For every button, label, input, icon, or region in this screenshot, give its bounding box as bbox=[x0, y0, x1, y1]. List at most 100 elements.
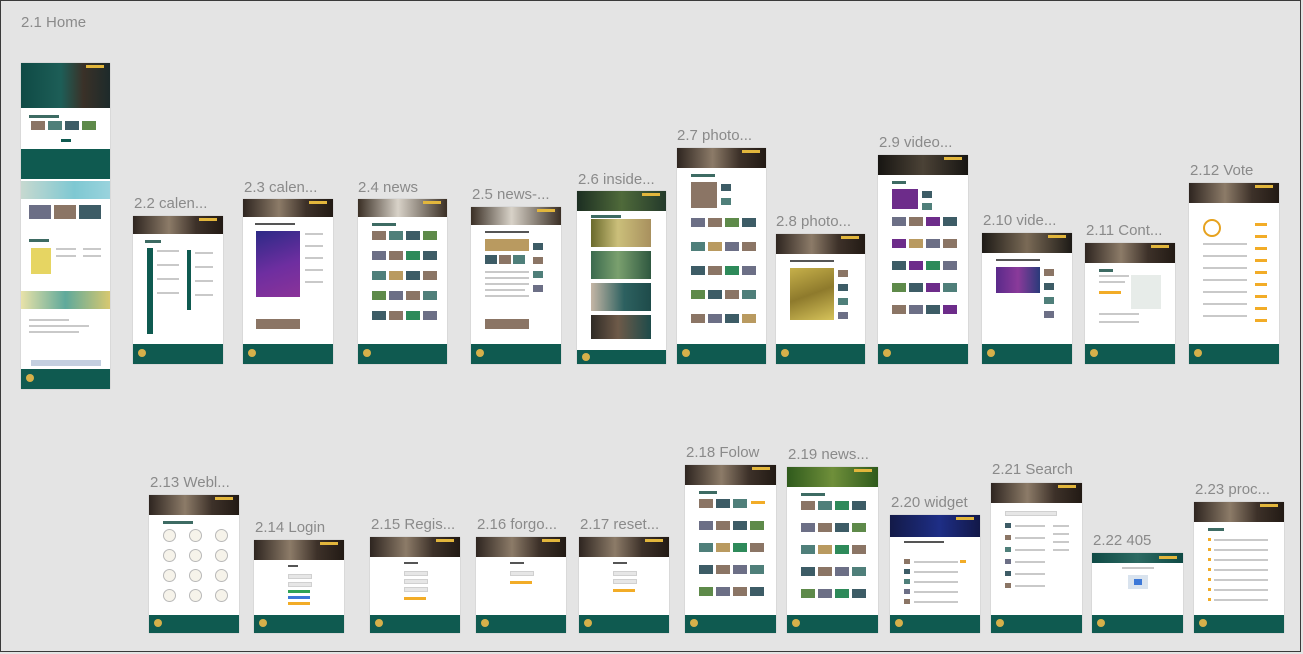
frame-label-forgot[interactable]: 2.16 forgo... bbox=[477, 516, 557, 533]
logo-badge bbox=[163, 549, 176, 562]
button-block bbox=[404, 597, 426, 600]
thumbnail bbox=[835, 523, 849, 532]
thumbnail bbox=[926, 305, 940, 314]
frame-search[interactable] bbox=[991, 483, 1082, 633]
button-block bbox=[1208, 578, 1211, 581]
frame-home[interactable] bbox=[21, 63, 110, 389]
text-line bbox=[83, 255, 101, 257]
header-banner bbox=[254, 540, 344, 560]
frame-label-video-detail[interactable]: 2.10 vide... bbox=[983, 212, 1056, 229]
input-field bbox=[404, 579, 428, 584]
frame-process[interactable] bbox=[1194, 502, 1284, 633]
frame-label-home[interactable]: 2.1 Home bbox=[21, 14, 86, 31]
frame-label-vote[interactable]: 2.12 Vote bbox=[1190, 162, 1253, 179]
text-line bbox=[195, 280, 213, 282]
frame-vote[interactable] bbox=[1189, 183, 1279, 364]
frame-label-news-list[interactable]: 2.19 news... bbox=[788, 446, 869, 463]
header-banner bbox=[471, 207, 561, 225]
header-banner bbox=[677, 148, 766, 168]
frame-login[interactable] bbox=[254, 540, 344, 633]
text-line bbox=[1015, 537, 1045, 539]
frame-news-detail[interactable] bbox=[471, 207, 561, 364]
thumbnail bbox=[389, 311, 403, 320]
contact-map bbox=[1131, 275, 1161, 309]
frame-label-photo-detail[interactable]: 2.8 photo... bbox=[776, 213, 851, 230]
frame-label-search[interactable]: 2.21 Search bbox=[992, 461, 1073, 478]
frame-label-photo[interactable]: 2.7 photo... bbox=[677, 127, 752, 144]
frame-weblink[interactable] bbox=[149, 495, 239, 633]
thumbnail bbox=[742, 266, 756, 275]
menu-indicator bbox=[1058, 485, 1076, 488]
thumbnail bbox=[904, 569, 910, 574]
logo-badge bbox=[189, 569, 202, 582]
text-line bbox=[1214, 599, 1268, 601]
thumbnail bbox=[838, 298, 848, 305]
frame-contact[interactable] bbox=[1085, 243, 1175, 364]
thumbnail bbox=[892, 261, 906, 270]
frame-label-login[interactable]: 2.14 Login bbox=[255, 519, 325, 536]
frame-calendar[interactable] bbox=[133, 216, 223, 364]
frame-label-405[interactable]: 2.22 405 bbox=[1093, 532, 1151, 549]
thumbnail bbox=[65, 121, 79, 130]
frame-label-news[interactable]: 2.4 news bbox=[358, 179, 418, 196]
crest-logo bbox=[895, 619, 904, 627]
thumbnail bbox=[406, 311, 420, 320]
frame-label-widget[interactable]: 2.20 widget bbox=[891, 494, 968, 511]
teal-strip bbox=[147, 248, 153, 334]
header-banner bbox=[1194, 502, 1284, 522]
text-line bbox=[1214, 569, 1268, 571]
button-block bbox=[1255, 259, 1267, 262]
thumbnail bbox=[892, 305, 906, 314]
frame-video[interactable] bbox=[878, 155, 968, 364]
frame-inside[interactable] bbox=[577, 191, 666, 364]
page-footer bbox=[358, 344, 447, 364]
input-field bbox=[1005, 511, 1057, 516]
thumbnail bbox=[892, 217, 906, 226]
frame-label-news-detail[interactable]: 2.5 news-... bbox=[472, 186, 550, 203]
frame-register[interactable] bbox=[370, 537, 460, 633]
menu-indicator bbox=[645, 539, 663, 542]
frame-follow[interactable] bbox=[685, 465, 776, 633]
thumbnail bbox=[708, 218, 722, 227]
page-footer bbox=[1189, 344, 1279, 364]
frame-label-calendar-detail[interactable]: 2.3 calen... bbox=[244, 179, 317, 196]
frame-label-weblink[interactable]: 2.13 Webl... bbox=[150, 474, 230, 491]
thumbnail bbox=[852, 523, 866, 532]
thumbnail bbox=[838, 270, 848, 277]
thumbnail bbox=[725, 266, 739, 275]
calendar-poster bbox=[256, 231, 300, 297]
frame-label-contact[interactable]: 2.11 Cont... bbox=[1086, 222, 1162, 239]
text-line bbox=[996, 259, 1040, 261]
button-block bbox=[1255, 271, 1267, 274]
frame-widget[interactable] bbox=[890, 515, 980, 633]
frame-405[interactable] bbox=[1092, 553, 1183, 633]
frame-label-register[interactable]: 2.15 Regis... bbox=[371, 516, 455, 533]
header-banner bbox=[991, 483, 1082, 503]
frame-calendar-detail[interactable] bbox=[243, 199, 333, 364]
frame-news[interactable] bbox=[358, 199, 447, 364]
input-field bbox=[404, 587, 428, 592]
frame-reset[interactable] bbox=[579, 537, 669, 633]
frame-news-list[interactable] bbox=[787, 467, 878, 633]
page-footer bbox=[579, 615, 669, 633]
frame-video-detail[interactable] bbox=[982, 233, 1072, 364]
header-banner bbox=[1092, 553, 1183, 563]
logo-badge bbox=[215, 589, 228, 602]
thumbnail bbox=[996, 267, 1040, 293]
logo-badge bbox=[215, 549, 228, 562]
frame-photo-detail[interactable] bbox=[776, 234, 865, 364]
page-footer bbox=[677, 344, 766, 364]
frame-forgot[interactable] bbox=[476, 537, 566, 633]
text-line bbox=[1015, 549, 1045, 551]
frame-label-process[interactable]: 2.23 proc... bbox=[1195, 481, 1270, 498]
frame-photo[interactable] bbox=[677, 148, 766, 364]
frame-label-inside[interactable]: 2.6 inside... bbox=[578, 171, 655, 188]
text-line bbox=[1099, 313, 1139, 315]
frame-label-video[interactable]: 2.9 video... bbox=[879, 134, 952, 151]
thumbnail bbox=[21, 291, 110, 309]
thumbnail bbox=[79, 205, 101, 219]
frame-label-calendar[interactable]: 2.2 calen... bbox=[134, 195, 207, 212]
text-line bbox=[1203, 255, 1247, 257]
frame-label-follow[interactable]: 2.18 Folow bbox=[686, 444, 759, 461]
frame-label-reset[interactable]: 2.17 reset... bbox=[580, 516, 659, 533]
